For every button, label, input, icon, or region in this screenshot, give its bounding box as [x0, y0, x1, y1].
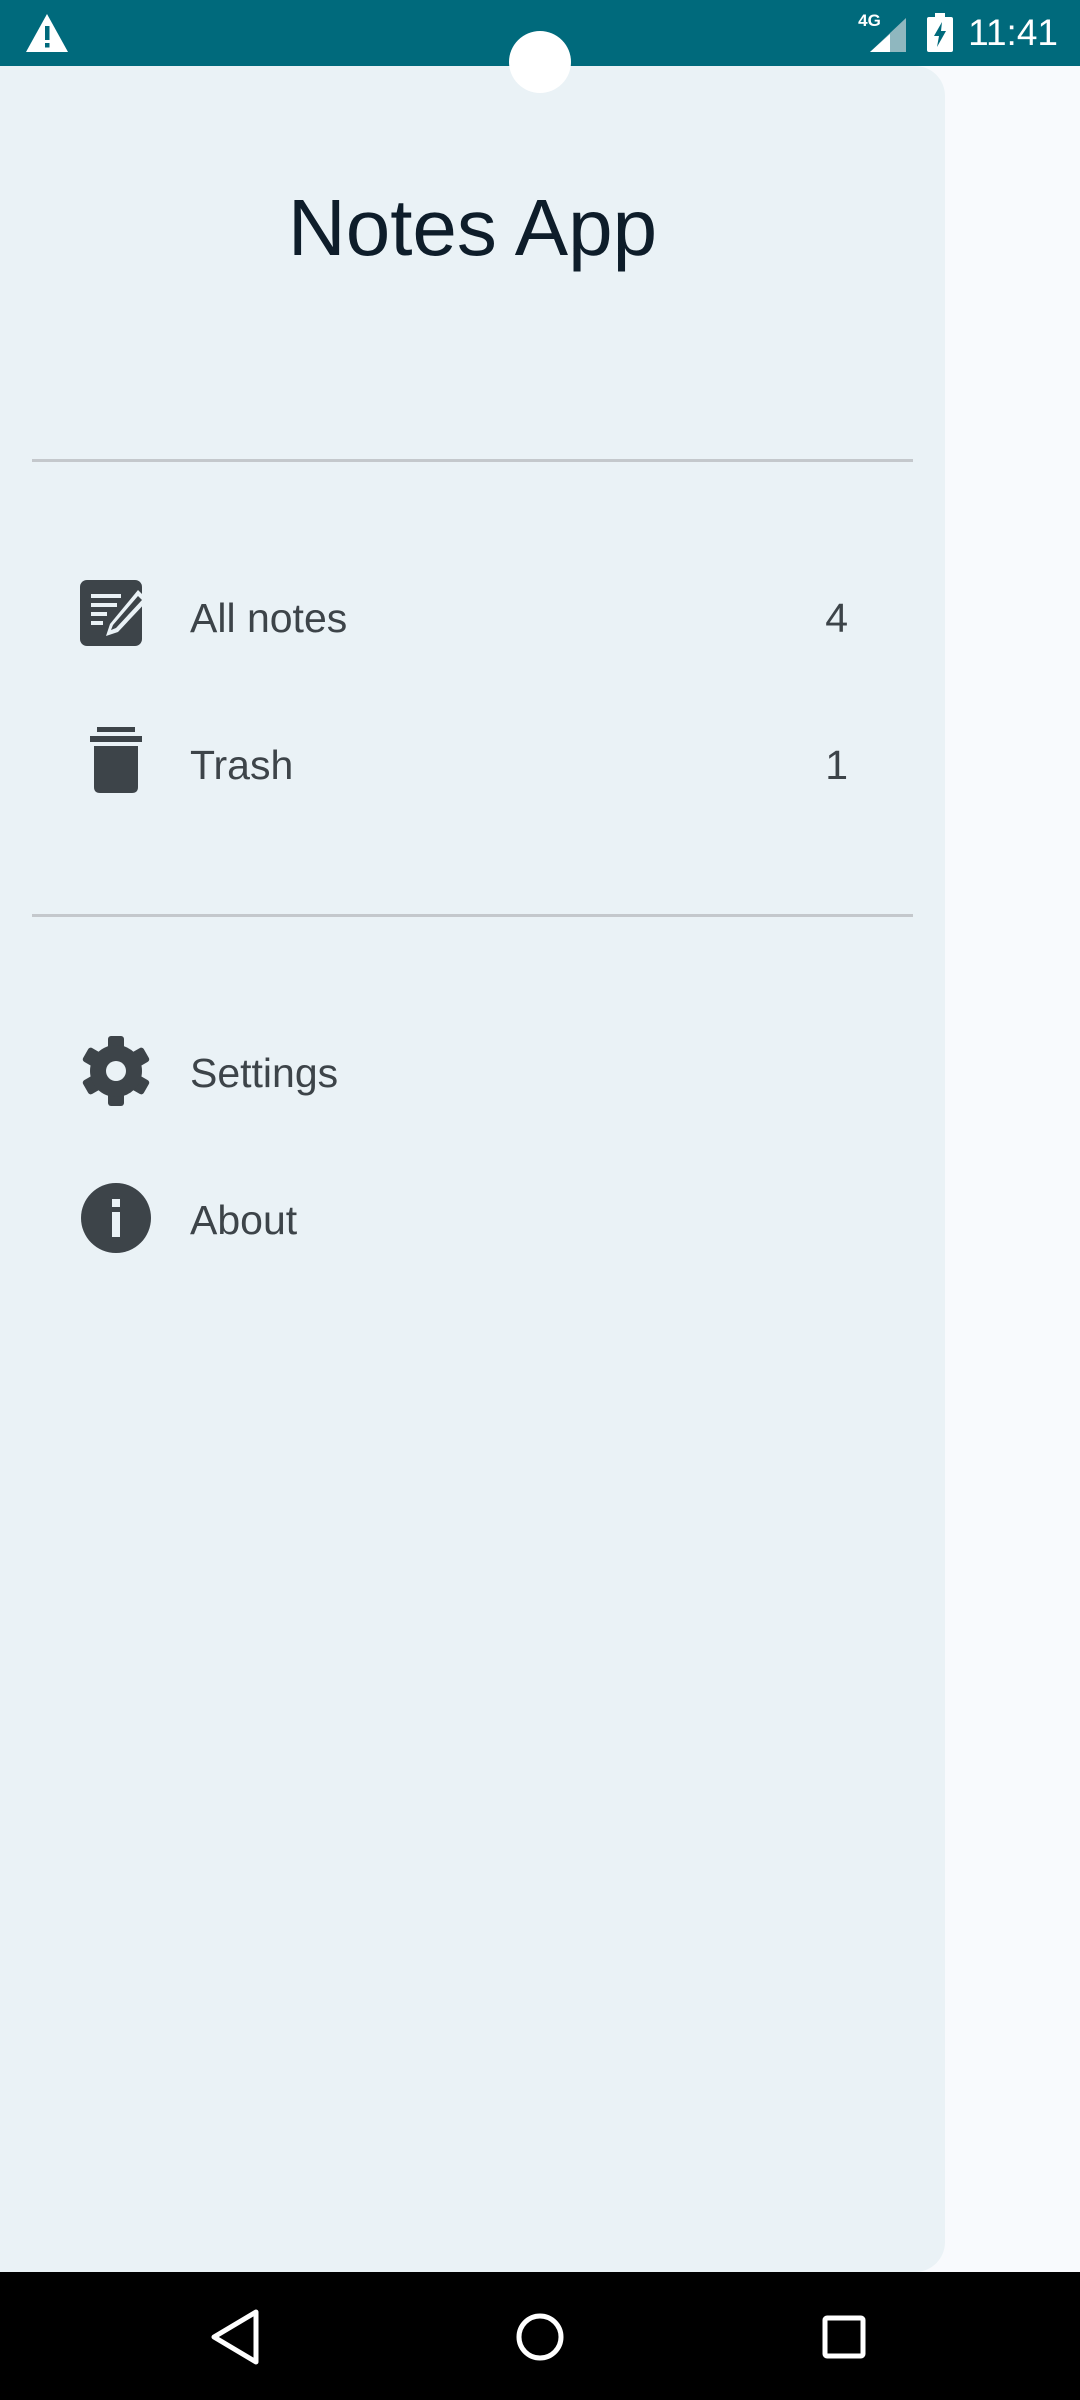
- battery-charging-icon: [927, 13, 954, 52]
- nav-item-about[interactable]: About: [0, 1153, 945, 1283]
- status-icons: 4G 11:41: [858, 10, 1058, 56]
- divider-bottom: [32, 914, 913, 917]
- back-triangle-icon[interactable]: [200, 2302, 270, 2372]
- camera-cutout: [509, 31, 571, 93]
- nav-item-label: About: [190, 1197, 298, 1243]
- nav-item-count: 4: [825, 595, 848, 641]
- navigation-drawer: Notes App All notes 4 Trash 1 Settings A…: [0, 66, 945, 2272]
- drawer-title: Notes App: [287, 183, 658, 272]
- recents-square-icon[interactable]: [809, 2302, 879, 2372]
- home-circle-icon[interactable]: [505, 2302, 575, 2372]
- nav-item-count: 1: [825, 742, 848, 788]
- warning-icon: [26, 14, 68, 52]
- nav-item-label: All notes: [190, 595, 348, 641]
- divider-top: [32, 459, 913, 462]
- nav-item-label: Trash: [190, 742, 294, 788]
- nav-item-trash[interactable]: Trash 1: [0, 698, 945, 828]
- network-indicator: 4G: [858, 12, 908, 54]
- status-time: 11:41: [968, 12, 1058, 53]
- nav-item-all-notes[interactable]: All notes 4: [0, 551, 945, 681]
- system-navigation-bar: [0, 2272, 1080, 2400]
- signal-icon: [870, 18, 907, 52]
- settings-icon: [82, 1036, 150, 1106]
- edit-note-icon: [80, 580, 148, 646]
- trash-icon: [90, 727, 142, 793]
- nav-item-label: Settings: [190, 1050, 339, 1096]
- nav-item-settings[interactable]: Settings: [0, 1006, 945, 1136]
- info-icon: [81, 1183, 151, 1253]
